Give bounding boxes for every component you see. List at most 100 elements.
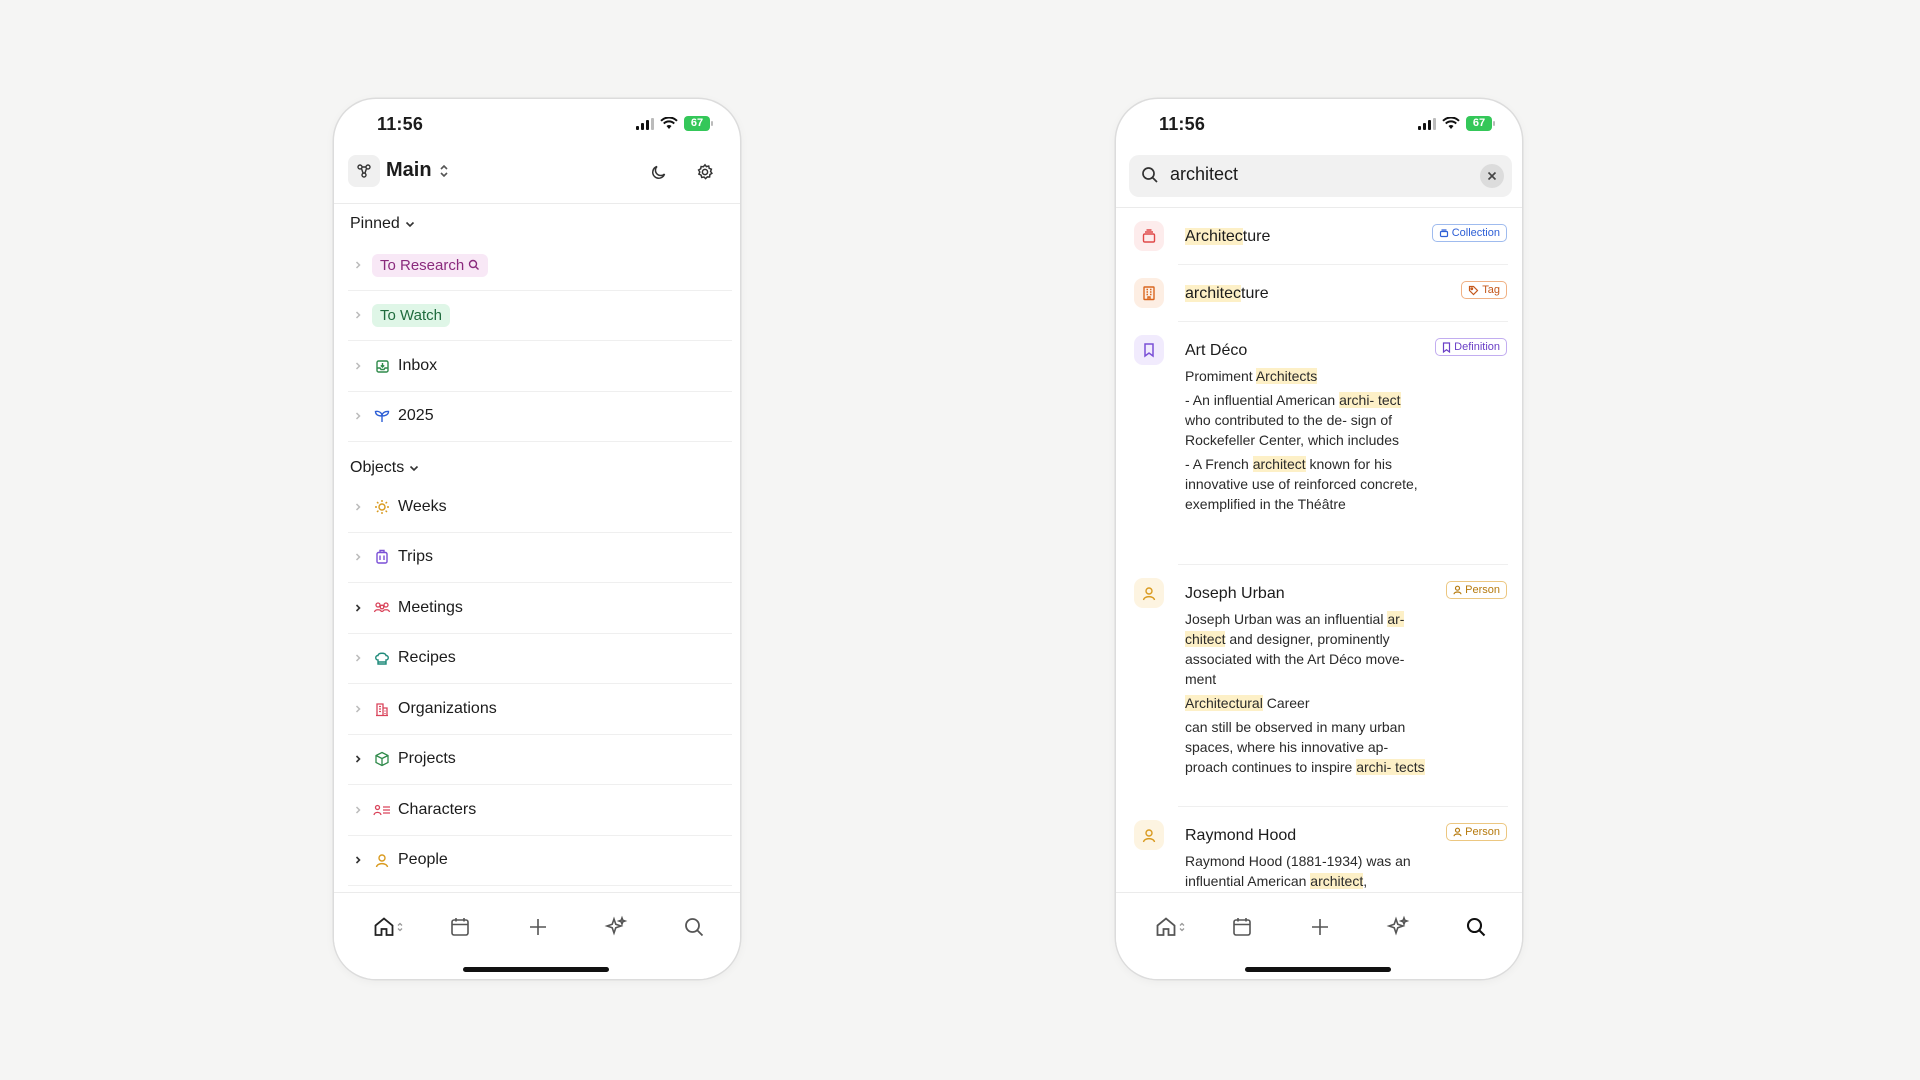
chevron-right-icon (355, 553, 361, 561)
chevron-right-icon (355, 412, 361, 420)
status-bar: 11:56 67 (1116, 99, 1522, 151)
plus-icon (1312, 919, 1328, 935)
moon-icon (652, 165, 666, 179)
result-title: Raymond Hood (1185, 827, 1297, 844)
contact-list-icon (373, 804, 390, 816)
luggage-icon (376, 549, 388, 564)
search-result-item[interactable]: Joseph Urban Person Joseph Urban was an … (1116, 565, 1522, 807)
object-item-label: Trips (398, 548, 433, 565)
home-indicator (1245, 967, 1391, 972)
cellular-signal-icon (636, 117, 654, 130)
space-name[interactable]: Main (386, 159, 432, 182)
search-result-item[interactable]: architecture Tag (1116, 265, 1522, 322)
search-bar[interactable] (1129, 155, 1512, 197)
phone-search-screen: 11:56 67 Architecture Collection (1116, 99, 1522, 979)
chevron-right-icon (355, 856, 361, 864)
object-item-projects[interactable]: Projects (348, 734, 732, 785)
chevron-updown-icon (397, 922, 403, 932)
search-result-item[interactable]: Raymond Hood Person Raymond Hood (1881-1… (1116, 807, 1522, 891)
pinned-item-2025[interactable]: 2025 (348, 391, 732, 442)
search-result-item[interactable]: Art Déco Definition Promiment Architects… (1116, 322, 1522, 565)
result-title: Joseph Urban (1185, 585, 1285, 602)
chevron-right-icon (355, 705, 361, 713)
object-item-label: Organizations (398, 700, 497, 717)
object-item-label: Characters (398, 801, 477, 818)
object-item-people[interactable]: People (348, 835, 732, 886)
building-icon (376, 703, 388, 717)
battery-icon: 67 (684, 116, 713, 131)
dark-mode-button[interactable] (646, 159, 672, 185)
chef-hat-icon (375, 652, 389, 665)
tab-home[interactable] (1148, 913, 1192, 941)
cube-icon (375, 751, 389, 767)
tab-ai[interactable] (1384, 913, 1412, 941)
result-type-badge: Definition (1435, 338, 1507, 356)
chevron-right-icon (355, 654, 361, 662)
result-snippet: Promiment Architects - An influential Am… (1185, 368, 1418, 512)
search-results: Architecture Collection architecture Tag (1116, 207, 1522, 891)
pinned-section-header[interactable]: Pinned (350, 215, 416, 233)
tab-home[interactable] (366, 913, 410, 941)
pinned-item-label: To Research (380, 256, 465, 274)
chevron-right-icon (355, 261, 361, 269)
bookmark-icon (1443, 341, 1451, 353)
chevron-updown-icon[interactable] (438, 163, 450, 179)
tab-bar (1116, 892, 1522, 979)
group-icon (373, 602, 391, 613)
clear-search-button[interactable] (1480, 164, 1504, 188)
cellular-signal-icon (1418, 117, 1436, 130)
object-item-recipes[interactable]: Recipes (348, 633, 732, 684)
tab-calendar[interactable] (1228, 913, 1256, 941)
tab-search[interactable] (1462, 913, 1490, 941)
status-bar: 11:56 67 (334, 99, 740, 151)
object-item-label: Projects (398, 750, 456, 767)
sparkles-icon (604, 915, 628, 936)
object-item-organizations[interactable]: Organizations (348, 684, 732, 735)
object-item-weeks[interactable]: Weeks (348, 482, 732, 533)
tab-add[interactable] (1306, 913, 1334, 941)
search-icon (1466, 917, 1486, 937)
collection-icon (1439, 229, 1448, 238)
result-title: Art Déco (1185, 342, 1248, 359)
person-icon (1142, 586, 1156, 600)
phone-home-screen: 11:56 67 Main Pinned To Research To Watc… (334, 99, 740, 979)
chevron-right-icon (355, 503, 361, 511)
pinned-item-to-watch[interactable]: To Watch (348, 290, 732, 341)
tab-ai[interactable] (602, 913, 630, 941)
sun-icon (375, 500, 389, 514)
search-result-item[interactable]: Architecture Collection (1116, 208, 1522, 265)
result-snippet: Joseph Urban was an influential ar- chit… (1185, 611, 1425, 775)
gear-icon (697, 163, 713, 180)
chevron-right-icon (355, 755, 361, 763)
result-type-badge: Person (1446, 823, 1507, 841)
result-title-highlight: Architec (1185, 228, 1243, 245)
result-title-highlight: architec (1185, 285, 1242, 302)
home-indicator (463, 967, 609, 972)
pinned-item-to-research[interactable]: To Research (348, 240, 732, 291)
tab-add[interactable] (524, 913, 552, 941)
chevron-right-icon (355, 806, 361, 814)
pinned-title: Pinned (350, 215, 400, 232)
result-title: ture (1241, 285, 1269, 302)
object-item-characters[interactable]: Characters (348, 785, 732, 836)
settings-button[interactable] (692, 159, 718, 185)
status-time: 11:56 (1159, 114, 1206, 134)
inbox-icon (375, 359, 389, 373)
tab-calendar[interactable] (446, 913, 474, 941)
person-icon (1453, 827, 1462, 837)
wifi-icon (1442, 117, 1460, 129)
objects-section-header[interactable]: Objects (350, 459, 420, 477)
object-item-label: Weeks (398, 498, 447, 515)
object-item-meetings[interactable]: Meetings (348, 583, 732, 634)
tab-bar (334, 892, 740, 979)
object-item-trips[interactable]: Trips (348, 532, 732, 583)
result-title: ture (1242, 228, 1271, 245)
chevron-right-icon (355, 362, 361, 370)
calendar-icon (1233, 918, 1251, 936)
chevron-updown-icon (1179, 922, 1185, 932)
space-switcher-icon[interactable] (348, 155, 380, 187)
search-input[interactable] (1170, 164, 1470, 185)
pinned-item-inbox[interactable]: Inbox (348, 341, 732, 392)
chevron-right-icon (355, 311, 361, 319)
tab-search[interactable] (680, 913, 708, 941)
